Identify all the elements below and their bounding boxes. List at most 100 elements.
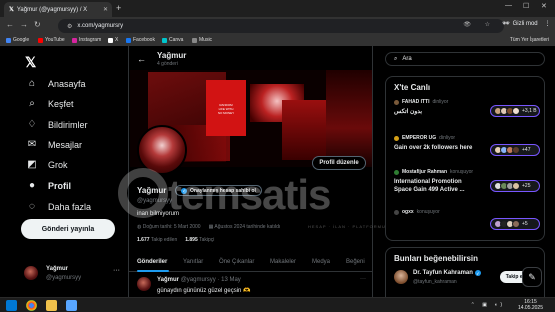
listener-avatar (512, 182, 520, 190)
tab-likes[interactable]: Beğeni (346, 259, 365, 265)
system-tray-icon[interactable]: ⌃ ▣ ◖) (471, 302, 505, 308)
reload-icon[interactable]: ↻ (34, 20, 41, 29)
post-button[interactable]: Gönderi yayınla (21, 219, 115, 239)
close-window-icon[interactable]: ✕ (541, 2, 547, 10)
incognito-indicator[interactable]: 🕶 Gizli mod ⋮ (502, 20, 551, 28)
bookmark-canva[interactable]: Canva (162, 37, 183, 43)
tab-replies[interactable]: Yanıtlar (183, 259, 203, 265)
app-icon[interactable] (66, 300, 77, 311)
left-sidebar: 𝕏 ⌂ Anasayfa ⌕ Keşfet ♢ Bildirimler ✉ Mesajl… (0, 46, 128, 297)
address-bar[interactable]: ⚙ x.com/yagmursry 👁 ☆ (58, 19, 504, 33)
banner-photo (326, 70, 372, 167)
nav-label: Grok (48, 159, 68, 170)
nav-messages[interactable]: ✉ Mesajlar (26, 139, 82, 150)
nav-home[interactable]: ⌂ Anasayfa (26, 78, 86, 89)
account-handle: @yagmursyy (46, 275, 82, 281)
address-bar-actions-icon[interactable]: 👁 ☆ (463, 21, 496, 28)
account-name: Yağmur (46, 266, 69, 272)
edit-profile-button[interactable]: Profil düzenle (312, 156, 366, 170)
windows-start-icon[interactable] (6, 300, 17, 311)
post-more-icon[interactable]: ··· (360, 276, 366, 282)
space-host: FAHAD ITTI (402, 99, 430, 105)
host-avatar (394, 135, 399, 141)
suggested-user-name[interactable]: Dr. Tayfun Kahraman ✓ (413, 270, 481, 276)
bookmark-label: Google (13, 37, 30, 43)
bookmark-label: Facebook (133, 37, 155, 43)
messages-drawer-icon[interactable]: ✎ (522, 267, 542, 287)
bookmark-label: YouTube (45, 37, 65, 43)
site-info-icon[interactable]: ⚙ (67, 23, 72, 30)
taskbar: ⌃ ▣ ◖) 16:15 14.05.2025 (0, 297, 555, 312)
nav-explore[interactable]: ⌕ Keşfet (26, 98, 74, 109)
avatar (137, 277, 151, 291)
post-author: Yağmur @yagmursyy · 13 May (157, 277, 241, 283)
tab-articles[interactable]: Makaleler (270, 259, 296, 265)
forward-icon[interactable]: → (20, 20, 28, 29)
header-post-count: 4 gönderi (157, 61, 178, 67)
space-host: EMPEROR UG (402, 135, 437, 141)
nav-notifications[interactable]: ♢ Bildirimler (26, 119, 88, 130)
bookmark-instagram[interactable]: Instagram (72, 37, 101, 43)
post-item[interactable]: Yağmur @yagmursyy · 13 May günaydın günü… (129, 274, 372, 297)
new-tab-button[interactable]: + (116, 3, 121, 13)
follow-stats: 1.677 Takip edilen 1.895 Takipçi (137, 237, 214, 243)
live-spaces-panel: X'te Canlı FAHAD ITTI dinliyor بدون اتكس … (385, 76, 545, 241)
nav-label: Keşfet (48, 98, 74, 109)
browser-toolbar: ← → ↻ ⚙ x.com/yagmursry 👁 ☆ 🕶 Gizli mod … (0, 17, 555, 35)
close-tab-icon[interactable]: ✕ (103, 6, 108, 13)
host-avatar (394, 169, 399, 175)
nav-profile[interactable]: ● Profil (26, 180, 71, 191)
back-arrow-icon[interactable]: ← (137, 54, 146, 64)
account-switcher[interactable]: Yağmur @yagmursyy ··· (24, 264, 124, 284)
following-count: 1.677 (137, 237, 150, 243)
tab-highlights[interactable]: Öne Çıkanlar (219, 259, 254, 265)
space-listeners-pill[interactable]: +25 (490, 180, 540, 192)
search-placeholder: Ara (402, 56, 412, 62)
nav-grok[interactable]: ◩ Grok (26, 159, 68, 170)
browser-tab[interactable]: 𝕏 Yağmur (@yagmursyy) / X ✕ (4, 2, 112, 17)
avatar[interactable] (394, 270, 408, 284)
followers-link[interactable]: 1.895 Takipçi (185, 237, 214, 243)
nav-label: Bildirimler (48, 119, 88, 130)
bookmark-music[interactable]: Music (192, 37, 212, 43)
space-host-row: ogxx konuşuyor (394, 209, 540, 215)
bookmark-youtube[interactable]: YouTube (38, 37, 65, 43)
bookmark-x[interactable]: X (108, 37, 118, 43)
search-icon: ⌕ (29, 98, 35, 109)
menu-icon[interactable]: ⋮ (545, 20, 551, 27)
space-listeners-pill[interactable]: +5 (490, 218, 540, 230)
back-icon[interactable]: ← (6, 20, 14, 29)
canva-icon (162, 37, 167, 43)
host-avatar (394, 99, 399, 105)
space-listeners-pill[interactable]: +47 (490, 144, 540, 156)
bookmark-google[interactable]: Google (6, 37, 29, 43)
search-icon: ⌕ (394, 55, 398, 62)
space-host-row: Mostafijur Rahman konuşuyor (394, 169, 540, 175)
nav-more[interactable]: ◌ Daha fazla (26, 201, 91, 212)
tab-media[interactable]: Medya (312, 259, 330, 265)
following-link[interactable]: 1.677 Takip edilen (137, 237, 177, 243)
listener-avatar (512, 220, 520, 228)
space-item[interactable]: EMPEROR UG dinliyor Gain over 2k follower… (394, 135, 540, 156)
x-icon (108, 37, 113, 43)
minimize-icon[interactable]: — (505, 2, 512, 9)
space-item[interactable]: ogxx konuşuyor +5 (394, 209, 540, 230)
home-icon: ⌂ (28, 78, 36, 89)
space-listeners-pill[interactable]: +3,1 B (490, 105, 540, 117)
bookmark-facebook[interactable]: Facebook (126, 37, 155, 43)
space-item[interactable]: FAHAD ITTI dinliyor بدون اتكس +3,1 B (394, 99, 540, 117)
chrome-icon[interactable] (26, 300, 37, 311)
who-to-follow-title: Bunları beğenebilirsin (394, 254, 479, 263)
x-home-logo-icon[interactable]: 𝕏 (25, 54, 36, 71)
all-bookmarks[interactable]: Tüm Yer İşaretleri (510, 37, 549, 43)
birthdate-text: Doğum tarihi: 5 Mart 2000 (142, 224, 201, 230)
taskbar-clock[interactable]: 16:15 14.05.2025 (518, 299, 543, 311)
space-item[interactable]: Mostafijur Rahman konuşuyor International… (394, 169, 540, 194)
tab-posts[interactable]: Gönderiler (137, 259, 167, 265)
file-explorer-icon[interactable] (46, 300, 57, 311)
maximize-icon[interactable]: ☐ (523, 2, 529, 10)
space-status: konuşuyor (416, 209, 440, 215)
search-input[interactable]: ⌕ Ara (385, 52, 545, 66)
person-icon: ● (28, 180, 36, 191)
nav-label: Daha fazla (48, 201, 92, 212)
